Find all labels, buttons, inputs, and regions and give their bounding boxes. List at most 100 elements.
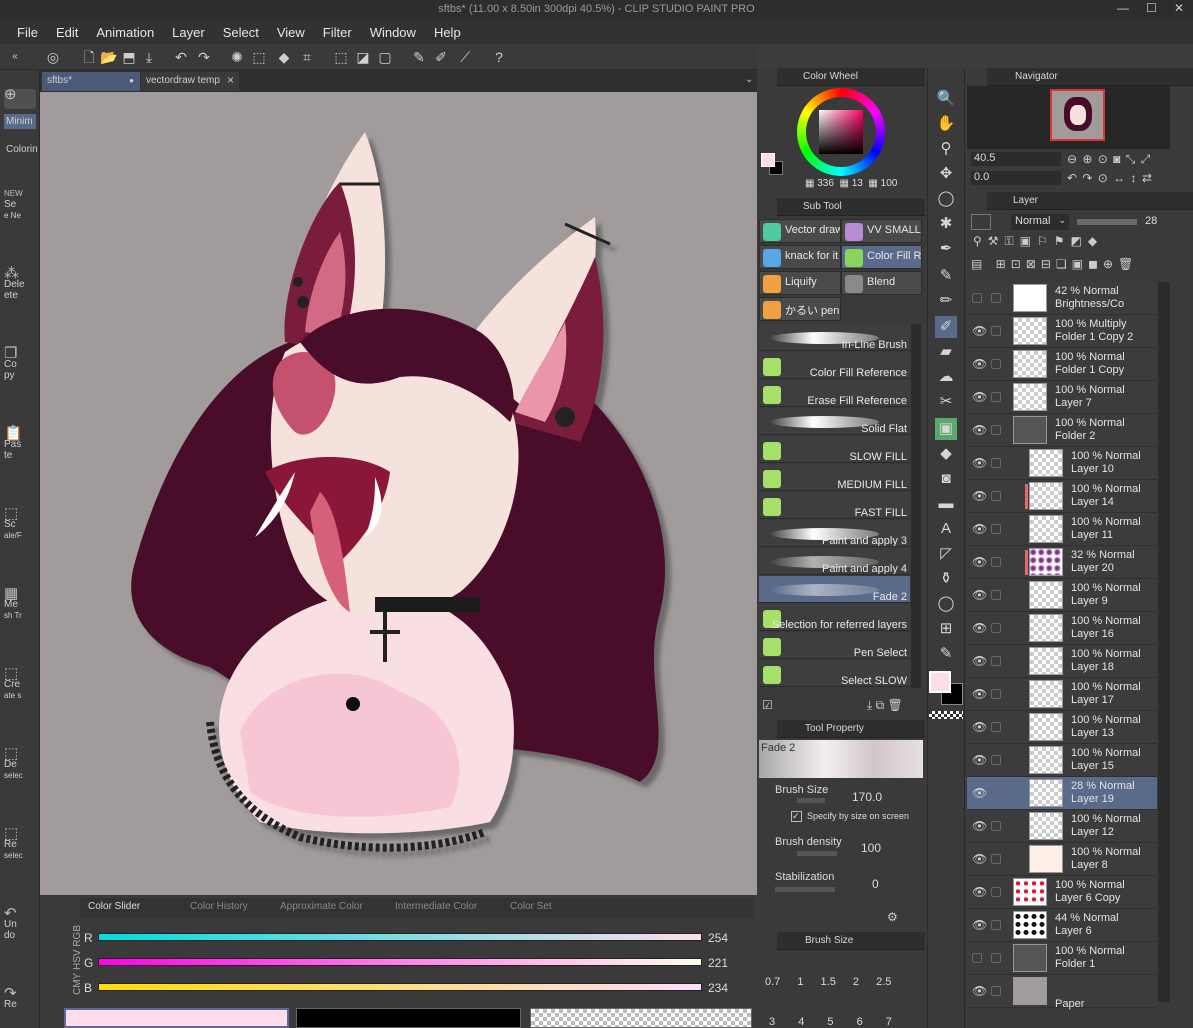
menu-edit[interactable]: Edit [47, 25, 87, 40]
size-preset[interactable]: 6 [857, 1016, 863, 1028]
tab-close-icon[interactable]: × [227, 73, 235, 87]
layer-lock-checkbox[interactable] [991, 656, 1001, 666]
hue-ring[interactable] [797, 88, 885, 176]
quick-btn-deselect[interactable]: ⬚ De selec [4, 746, 36, 781]
layer-row[interactable]: 👁 100 % Normal Layer 17 [967, 678, 1157, 711]
brush-slow-fill[interactable]: SLOW FILL [759, 436, 910, 463]
quick-btn-create-selection[interactable]: ⬚ Cre ate s [4, 666, 36, 701]
magic-wand-tool-icon[interactable]: ✱ [935, 213, 957, 235]
help-icon[interactable]: ? [490, 48, 508, 66]
undo-icon[interactable]: ↶ [172, 48, 190, 66]
open-icon[interactable]: 📂 [100, 48, 118, 66]
toolbar-transparent-color[interactable] [929, 711, 963, 719]
eraser-tool-icon[interactable]: ▰ [935, 341, 957, 363]
layer-lock-checkbox[interactable] [991, 458, 1001, 468]
layer-row[interactable]: 👁 100 % Normal Layer 16 [967, 612, 1157, 645]
eyedropper-tool-icon[interactable]: ⚲ [935, 138, 957, 160]
panel-collapse-icon[interactable]: « [6, 48, 24, 66]
size-preset[interactable]: 3 [769, 1016, 775, 1028]
gradient-tool-icon[interactable]: ◙ [935, 468, 957, 490]
size-preset[interactable]: 1 [797, 976, 803, 988]
canvas-area[interactable] [40, 92, 757, 895]
layer-row[interactable]: 👁 100 % Normal Layer 7 [967, 381, 1157, 414]
layer-lock-checkbox[interactable] [991, 392, 1001, 402]
eye-icon[interactable]: 👁 [972, 786, 987, 800]
hand-tool-icon[interactable]: ✋ [935, 113, 957, 135]
eye-icon[interactable]: 👁 [972, 588, 987, 602]
menu-help[interactable]: Help [425, 25, 470, 40]
quick-btn-mesh[interactable]: ▦ Me sh Tr [4, 586, 36, 621]
g-slider[interactable] [98, 958, 702, 966]
r-value[interactable]: 254 [708, 931, 728, 945]
tab-intermediate-color[interactable]: Intermediate Color [395, 901, 477, 912]
rotation-input[interactable]: 0.0 [971, 171, 1061, 185]
transform-icon[interactable]: ⬚ [250, 48, 268, 66]
eye-icon[interactable]: 👁 [972, 456, 987, 470]
stabilization-slider[interactable] [775, 887, 835, 892]
sub-tool-footer-icons[interactable]: ⤓ ⧉ 🗑 [867, 698, 903, 713]
stamp-tool-icon[interactable]: ⚱ [935, 568, 957, 590]
minimize-button[interactable]: — [1117, 1, 1129, 15]
eye-icon[interactable]: 👁 [972, 390, 987, 404]
redo-icon[interactable]: ↷ [195, 48, 213, 66]
layer-lock-checkbox[interactable] [991, 425, 1001, 435]
crop-icon[interactable]: ⌗ [298, 48, 316, 66]
figure-tool-icon[interactable]: ▬ [935, 493, 957, 515]
maximize-button[interactable]: ☐ [1146, 1, 1157, 15]
clip-studio-icon[interactable]: ◎ [44, 48, 62, 66]
layer-options-icons[interactable]: ⚲⚒⚿▣⚐⚑◩◆ [973, 234, 1103, 249]
save-icon[interactable]: ⬒ [120, 48, 138, 66]
quick-btn-minim[interactable]: Minim [4, 114, 36, 129]
eye-icon[interactable]: 👁 [972, 918, 987, 932]
menu-select[interactable]: Select [214, 25, 268, 40]
dropper-tool-icon[interactable]: ✒ [935, 238, 957, 260]
brush-paint-apply-4[interactable]: Paint and apply 4 [759, 548, 910, 575]
balloon-tool-icon[interactable]: ◯ [935, 593, 957, 615]
eye-icon[interactable]: 👁 [972, 357, 987, 371]
layer-opacity-slider[interactable] [1077, 219, 1137, 225]
tab-color-slider[interactable]: Color Slider [88, 901, 140, 912]
pen-tool-icon[interactable]: ✎ [935, 265, 957, 287]
zoom-controls-icon[interactable]: ⊖ ⊕ ⊙ ◙ ⤡ ⤢ [1067, 152, 1150, 167]
blend-tool-icon[interactable]: ☁ [935, 366, 957, 388]
brush-size-value[interactable]: 170.0 [852, 790, 882, 804]
eye-icon[interactable]: 👁 [972, 720, 987, 734]
size-preset[interactable]: 2.5 [876, 976, 891, 988]
layer-lock-checkbox[interactable] [991, 986, 1001, 996]
b-value[interactable]: 234 [708, 981, 728, 995]
selection-border-icon[interactable]: ▢ [376, 48, 394, 66]
sub-tool-settings-icon[interactable]: ☑ [762, 698, 773, 712]
group-liquify[interactable]: Liquify [759, 271, 841, 295]
layer-row[interactable]: 👁 100 % Normal Layer 15 [967, 744, 1157, 777]
size-preset[interactable]: 7 [886, 1016, 892, 1028]
layer-row[interactable]: 👁 28 % Normal Layer 19 [967, 777, 1157, 810]
quick-btn-reselect[interactable]: ⬚ Re selec [4, 826, 36, 861]
group-blend[interactable]: Blend [841, 271, 922, 295]
quick-btn-undo[interactable]: ↶ Un do [4, 906, 36, 941]
brush-density-value[interactable]: 100 [861, 841, 881, 855]
layer-row[interactable]: 👁 44 % Normal Layer 6 [967, 909, 1157, 942]
r-slider[interactable] [98, 933, 702, 941]
layer-lock-checkbox[interactable] [991, 557, 1001, 567]
sat-value[interactable]: 13 [852, 178, 863, 189]
fill-tool-icon[interactable]: ▣ [935, 418, 957, 440]
tab-approximate-color[interactable]: Approximate Color [280, 901, 363, 912]
quick-btn-copy[interactable]: ❐ Co py [4, 346, 36, 381]
layer-row[interactable]: 👁 32 % Normal Layer 20 [967, 546, 1157, 579]
layer-row[interactable]: 👁 100 % Normal Layer 18 [967, 645, 1157, 678]
navigator-preview[interactable] [967, 86, 1170, 149]
eye-icon[interactable]: 👁 [972, 621, 987, 635]
brush-size-presets-2[interactable]: 3 4 5 6 7 [769, 1016, 929, 1028]
eye-icon[interactable] [972, 293, 982, 303]
layer-lock-checkbox[interactable] [991, 359, 1001, 369]
size-preset[interactable]: 2 [853, 976, 859, 988]
quick-btn-delete[interactable]: ⁂ Dele ete [4, 266, 36, 301]
correct-line-tool-icon[interactable]: ✎ [935, 643, 957, 665]
tab-vectordraw[interactable]: vectordraw temp [141, 72, 239, 91]
brush-size-presets[interactable]: 0.7 1 1.5 2 2.5 [765, 976, 925, 988]
b-slider[interactable] [98, 983, 702, 991]
brush-inline-brush[interactable]: In-Line Brush [759, 324, 910, 351]
eye-icon[interactable]: 👁 [972, 753, 987, 767]
specify-size-checkbox[interactable]: ✓ [791, 811, 802, 822]
layer-lock-checkbox[interactable] [991, 491, 1001, 501]
